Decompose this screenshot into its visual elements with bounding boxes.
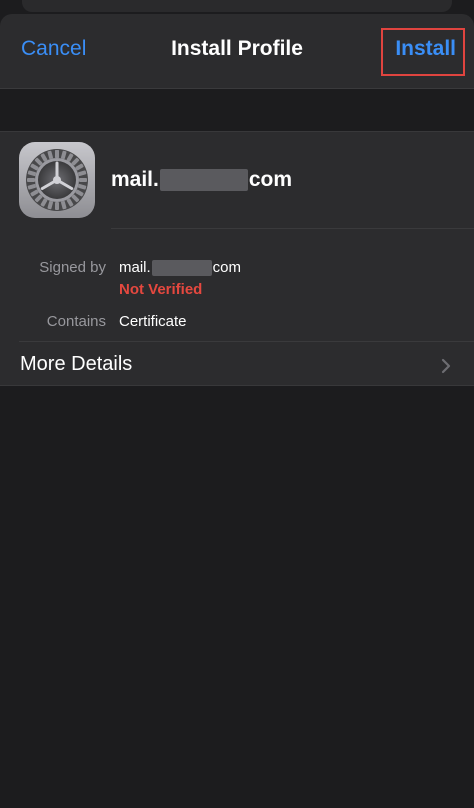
more-details-row[interactable]: More Details [0,342,474,385]
install-button[interactable]: Install [395,37,456,61]
navigation-bar: Cancel Install Profile Install [0,14,474,89]
settings-gear-icon [19,142,95,218]
contains-label: Contains [46,313,106,330]
screen: Cancel Install Profile Install mail. com… [0,0,474,808]
redacted-text [159,169,248,192]
install-profile-sheet: Cancel Install Profile Install mail. com… [0,14,474,808]
profile-name-suffix: com [248,168,293,191]
cancel-button[interactable]: Cancel [21,37,86,61]
profile-name: mail. com [111,168,292,192]
profile-card: mail. com Signed by mail. com Not Verified… [0,131,474,386]
signed-by-label: Signed by [39,259,106,276]
contains-value: Certificate [119,313,187,330]
verification-status: Not Verified [119,281,203,298]
signed-by-suffix: com [212,259,242,276]
chevron-right-icon [441,358,451,374]
signed-by-value: mail. com [119,259,242,277]
profile-name-prefix: mail. [111,168,159,191]
more-details-label: More Details [20,353,133,375]
background-sheet [22,0,452,12]
redacted-text [151,260,212,277]
divider [111,228,474,229]
signed-by-prefix: mail. [119,259,151,276]
